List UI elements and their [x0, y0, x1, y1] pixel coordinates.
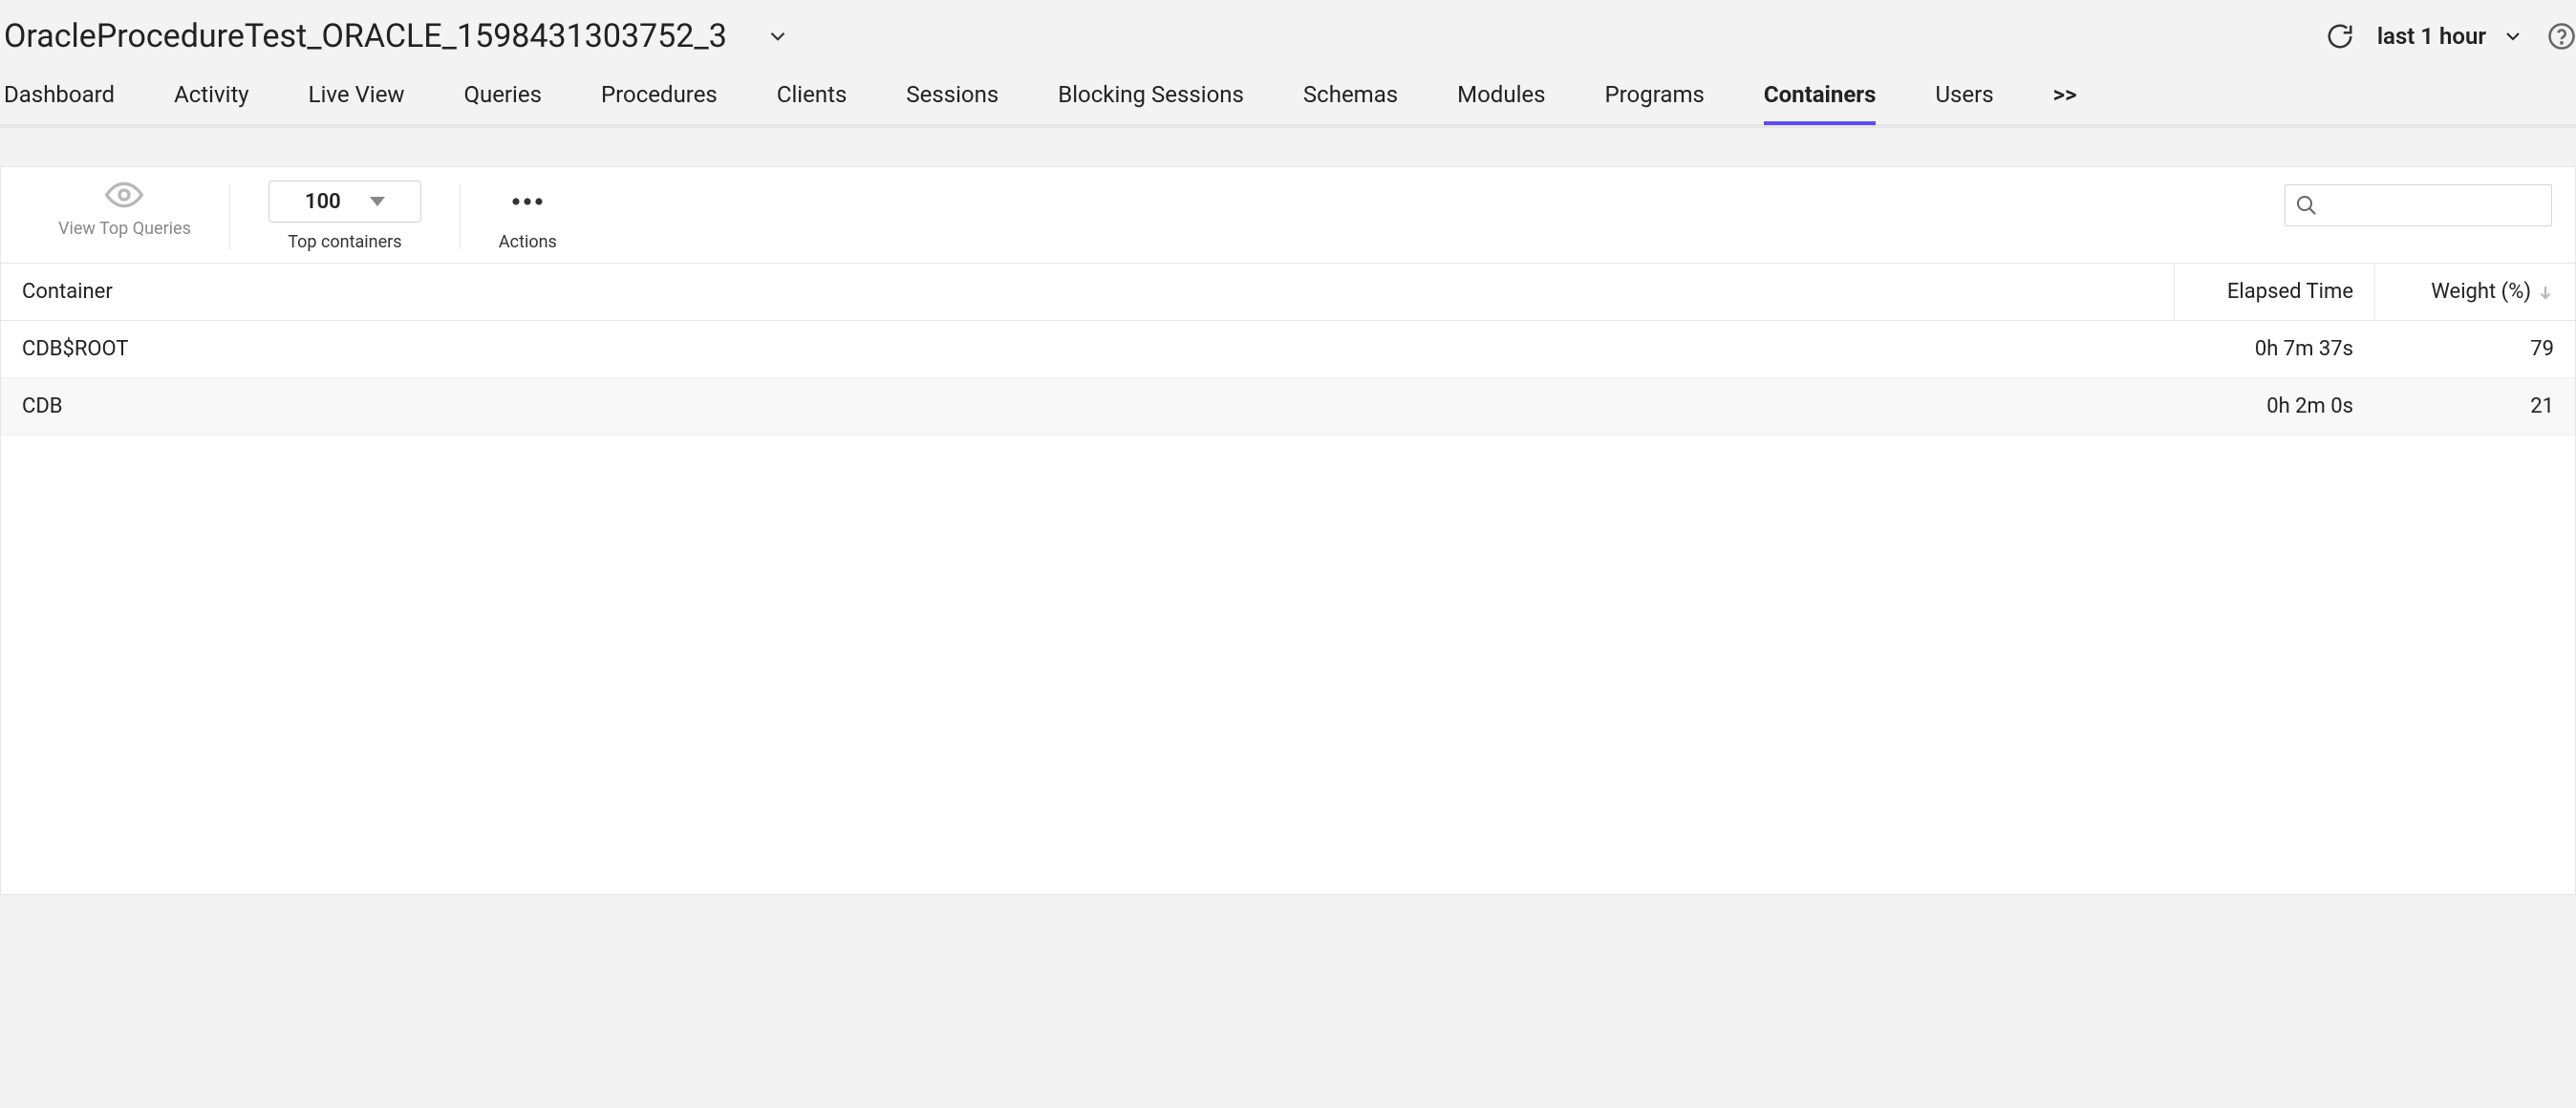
caret-down-icon [370, 197, 385, 206]
tab-queries[interactable]: Queries [463, 81, 542, 121]
tab-moremore[interactable]: >> [2053, 81, 2077, 121]
sort-down-icon [2537, 284, 2554, 301]
search-input[interactable] [2328, 195, 2542, 217]
more-horizontal-icon[interactable] [510, 181, 545, 223]
tabs: Dashboard Activity Live View Queries Procedu… [0, 75, 2576, 128]
col-weight[interactable]: Weight (%) [2374, 264, 2575, 320]
tab-sessions[interactable]: Sessions [906, 81, 998, 121]
header-left: OracleProcedureTest_ORACLE_1598431303752… [4, 17, 790, 55]
cell-container: CDB [1, 394, 2174, 418]
view-top-queries-label: View Top Queries [58, 219, 191, 239]
page-title: OracleProcedureTest_ORACLE_1598431303752… [4, 17, 727, 55]
cell-weight: 79 [2374, 337, 2575, 361]
top-containers-label: Top containers [288, 232, 401, 252]
table-row[interactable]: CDB0h 2m 0s21 [1, 378, 2575, 436]
cell-elapsed: 0h 7m 37s [2174, 337, 2374, 361]
help-icon[interactable] [2547, 22, 2576, 51]
col-container[interactable]: Container [1, 280, 2174, 304]
tab-users[interactable]: Users [1935, 81, 1993, 121]
table: Container Elapsed Time Weight (%) CDB$RO… [1, 263, 2575, 894]
refresh-icon[interactable] [2326, 22, 2354, 51]
tab-live-view[interactable]: Live View [309, 81, 405, 121]
tab-clients[interactable]: Clients [777, 81, 848, 121]
toolbar-right [2285, 184, 2552, 226]
cell-elapsed: 0h 2m 0s [2174, 394, 2374, 418]
time-range-chevron-down-icon [2501, 25, 2524, 48]
table-body: CDB$ROOT0h 7m 37s79CDB0h 2m 0s21 [1, 321, 2575, 894]
top-containers-select[interactable]: 100 [268, 181, 421, 223]
tab-dashboard[interactable]: Dashboard [4, 81, 115, 121]
search-box[interactable] [2285, 184, 2552, 226]
header-right: last 1 hour [2326, 22, 2576, 51]
cell-container: CDB$ROOT [1, 337, 2174, 361]
cell-weight: 21 [2374, 394, 2575, 418]
col-elapsed-time[interactable]: Elapsed Time [2174, 264, 2374, 320]
toolbar: View Top Queries 100 Top containers Acti… [1, 167, 2575, 263]
actions-label: Actions [499, 232, 557, 252]
table-header: Container Elapsed Time Weight (%) [1, 264, 2575, 321]
time-range-label: last 1 hour [2377, 23, 2486, 50]
time-range-picker[interactable]: last 1 hour [2377, 23, 2524, 50]
tab-modules[interactable]: Modules [1457, 81, 1545, 121]
view-top-queries-group: View Top Queries [20, 181, 229, 239]
tab-activity[interactable]: Activity [174, 81, 249, 121]
table-row[interactable]: CDB$ROOT0h 7m 37s79 [1, 321, 2575, 378]
content-panel: View Top Queries 100 Top containers Acti… [0, 166, 2576, 895]
actions-group: Actions [461, 181, 595, 252]
title-chevron-down-icon[interactable] [765, 24, 790, 49]
search-icon [2295, 194, 2318, 217]
top-containers-value: 100 [305, 190, 341, 214]
header-bar: OracleProcedureTest_ORACLE_1598431303752… [0, 0, 2576, 75]
tab-procedures[interactable]: Procedures [601, 81, 718, 121]
top-containers-group: 100 Top containers [230, 181, 460, 252]
tab-schemas[interactable]: Schemas [1303, 81, 1398, 121]
eye-icon[interactable] [105, 181, 143, 209]
tab-blocking-sessions[interactable]: Blocking Sessions [1058, 81, 1244, 121]
tab-programs[interactable]: Programs [1605, 81, 1705, 121]
tab-containers[interactable]: Containers [1764, 81, 1877, 121]
